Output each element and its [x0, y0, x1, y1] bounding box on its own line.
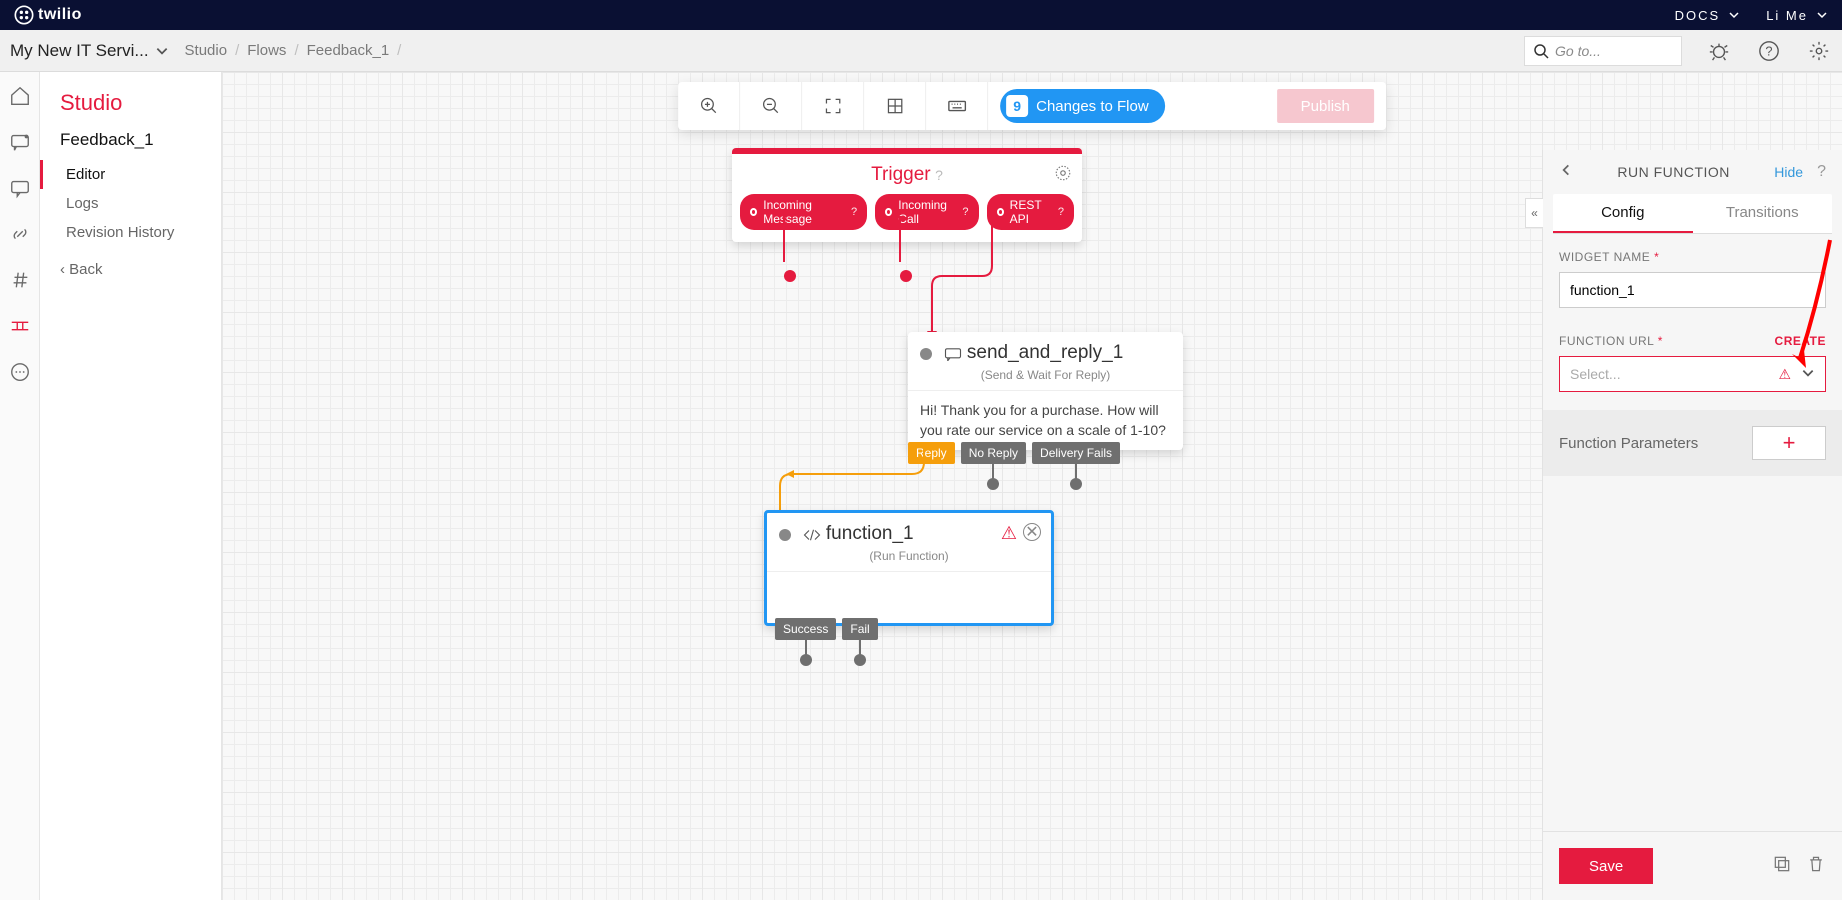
help-icon[interactable]: ?	[935, 167, 943, 183]
collapse-panel-icon[interactable]: «	[1525, 198, 1543, 228]
chevron-down-icon	[1816, 9, 1828, 21]
sidebar-flow-name: Feedback_1	[40, 130, 221, 160]
rail-hash-icon[interactable]	[8, 268, 32, 292]
sidebar-item-editor[interactable]: Editor	[40, 160, 221, 189]
global-search[interactable]: Go to...	[1524, 36, 1682, 66]
function-widget[interactable]: function_1 ⚠ ✕ (Run Function) Success Fa…	[764, 510, 1054, 626]
widget-subtitle: (Send & Wait For Reply)	[908, 368, 1183, 390]
sidebar-item-revision[interactable]: Revision History	[40, 218, 221, 247]
trigger-pill-rest[interactable]: REST API?	[987, 194, 1074, 230]
select-placeholder: Select...	[1570, 366, 1621, 382]
rail-message-icon[interactable]	[8, 130, 32, 154]
changes-count: 9	[1006, 95, 1028, 117]
rail-chat-icon[interactable]	[8, 176, 32, 200]
tab-config[interactable]: Config	[1553, 194, 1693, 233]
brand-logo[interactable]: twilio	[14, 5, 82, 25]
trigger-title: Trigger	[871, 164, 930, 185]
sidebar-item-logs[interactable]: Logs	[40, 189, 221, 218]
delete-icon[interactable]	[1806, 854, 1826, 879]
changes-button[interactable]: 9 Changes to Flow	[1000, 89, 1165, 123]
publish-button[interactable]: Publish	[1277, 89, 1374, 123]
docs-link[interactable]: DOCS	[1675, 8, 1741, 23]
error-icon: ⚠	[1001, 523, 1017, 544]
twilio-icon	[14, 5, 34, 25]
svg-text:?: ?	[1765, 43, 1772, 58]
rail-more-icon[interactable]	[8, 360, 32, 384]
route-deliveryfails[interactable]: Delivery Fails	[1032, 442, 1120, 464]
left-rail	[0, 72, 40, 900]
properties-panel: « RUN FUNCTION Hide? Config Transitions …	[1542, 150, 1842, 900]
gear-icon[interactable]	[1054, 164, 1072, 187]
breadcrumbs: Studio/ Flows/ Feedback_1/	[185, 42, 402, 59]
widget-name-input[interactable]	[1559, 272, 1826, 308]
changes-label: Changes to Flow	[1036, 98, 1149, 115]
save-button[interactable]: Save	[1559, 848, 1653, 884]
trigger-pill-message[interactable]: Incoming Message?	[740, 194, 867, 230]
trigger-widget[interactable]: Trigger ? Incoming Message? Incoming Cal…	[732, 148, 1082, 242]
sidebar: Studio Feedback_1 Editor Logs Revision H…	[40, 72, 222, 900]
brand-text: twilio	[38, 6, 82, 24]
chevron-down-icon	[1801, 366, 1815, 383]
add-param-button[interactable]: +	[1752, 426, 1826, 460]
keyboard-icon[interactable]	[926, 82, 988, 130]
duplicate-icon[interactable]	[1772, 854, 1792, 879]
fit-screen-icon[interactable]	[802, 82, 864, 130]
message-icon	[944, 347, 962, 361]
widget-title: function_1	[826, 523, 914, 544]
tab-transitions[interactable]: Transitions	[1693, 194, 1833, 233]
crumb[interactable]: Studio	[185, 42, 228, 59]
chevron-down-icon	[155, 44, 169, 58]
error-icon: ⚠	[1778, 366, 1791, 383]
create-link[interactable]: CREATE	[1775, 334, 1826, 348]
code-icon	[803, 528, 821, 542]
route-reply[interactable]: Reply	[908, 442, 955, 464]
trigger-pill-call[interactable]: Incoming Call?	[875, 194, 978, 230]
sub-bar: My New IT Servi... Studio/ Flows/ Feedba…	[0, 30, 1842, 72]
search-icon	[1533, 43, 1549, 59]
help-icon[interactable]: ?	[1756, 38, 1782, 64]
crumb[interactable]: Flows	[247, 42, 286, 59]
sidebar-title: Studio	[40, 90, 221, 130]
send-reply-widget[interactable]: send_and_reply_1 (Send & Wait For Reply)…	[908, 332, 1183, 450]
panel-title: RUN FUNCTION	[1583, 164, 1764, 180]
project-dropdown[interactable]: My New IT Servi...	[10, 41, 169, 61]
crumb[interactable]: Feedback_1	[307, 42, 390, 59]
top-bar: twilio DOCS Li Me	[0, 0, 1842, 30]
grid-icon[interactable]	[864, 82, 926, 130]
help-icon[interactable]: ?	[1817, 163, 1826, 181]
user-menu[interactable]: Li Me	[1766, 8, 1828, 23]
canvas-toolbar: 9 Changes to Flow Publish	[678, 82, 1386, 130]
widget-subtitle: (Run Function)	[767, 549, 1051, 571]
hide-link[interactable]: Hide	[1774, 164, 1803, 180]
rail-link-icon[interactable]	[8, 222, 32, 246]
widget-name-label: WIDGET NAME	[1559, 250, 1650, 264]
search-placeholder: Go to...	[1555, 43, 1601, 59]
widget-title: send_and_reply_1	[967, 342, 1123, 363]
debug-icon[interactable]	[1706, 38, 1732, 64]
zoom-out-icon[interactable]	[740, 82, 802, 130]
function-url-label: FUNCTION URL	[1559, 334, 1654, 348]
rail-studio-icon[interactable]	[8, 314, 32, 338]
close-icon[interactable]: ✕	[1023, 523, 1041, 541]
route-fail[interactable]: Fail	[842, 618, 877, 640]
rail-home-icon[interactable]	[8, 84, 32, 108]
widget-body: Hi! Thank you for a purchase. How will y…	[908, 390, 1183, 450]
port-icon[interactable]	[779, 529, 791, 541]
chevron-down-icon	[1728, 9, 1740, 21]
sidebar-back[interactable]: ‹ Back	[40, 247, 221, 292]
settings-icon[interactable]	[1806, 38, 1832, 64]
function-url-select[interactable]: Select... ⚠	[1559, 356, 1826, 392]
route-success[interactable]: Success	[775, 618, 836, 640]
route-noreply[interactable]: No Reply	[961, 442, 1026, 464]
panel-back-icon[interactable]	[1559, 163, 1573, 182]
params-label: Function Parameters	[1559, 435, 1698, 452]
zoom-in-icon[interactable]	[678, 82, 740, 130]
port-icon[interactable]	[920, 348, 932, 360]
